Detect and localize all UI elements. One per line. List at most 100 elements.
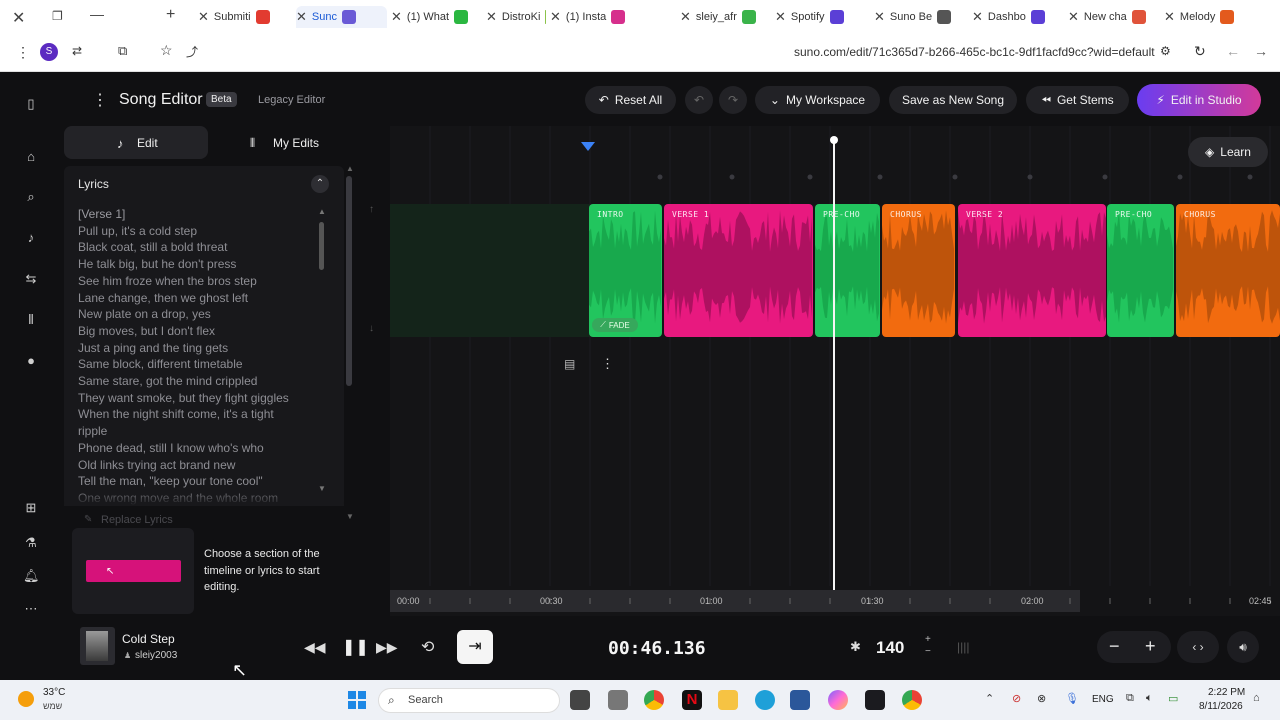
file-explorer-icon[interactable] — [718, 690, 738, 710]
track-down-icon[interactable]: ↓ — [369, 323, 374, 334]
undo-button[interactable]: ↶ — [685, 86, 713, 114]
lyrics-line[interactable]: Lane change, then we ghost left — [78, 291, 248, 305]
bpm-up-icon[interactable]: + — [925, 634, 931, 645]
redo-button[interactable]: ↷ — [719, 86, 747, 114]
filmstrip-icon[interactable]: ▤ — [564, 357, 575, 371]
tray-app-icon[interactable]: ⊘ — [1012, 692, 1021, 705]
network-icon[interactable]: ⊗ — [1037, 692, 1046, 705]
loop-icon[interactable]: ⟲ — [421, 637, 434, 657]
browser-tab[interactable]: ✕ DistroKi — [486, 6, 546, 28]
metronome-icon[interactable]: ✱ — [850, 639, 861, 655]
lyrics-line[interactable]: Same block, different timetable — [78, 357, 243, 371]
extensions-icon[interactable]: ⧉ — [118, 43, 127, 59]
lyrics-line[interactable]: Black coat, still a bold threat — [78, 240, 227, 254]
panel-scroll-up-icon[interactable]: ▲ — [346, 164, 354, 173]
copilot-icon[interactable] — [828, 690, 848, 710]
lyrics-line[interactable]: When the night shift come, it's a tight — [78, 407, 274, 421]
forward-icon[interactable]: → — [1254, 43, 1268, 59]
volume-button[interactable]: 🔊︎ — [1227, 631, 1259, 663]
tab-edit[interactable] — [64, 126, 208, 159]
close-tab-icon[interactable]: ✕ — [1068, 9, 1079, 25]
lyrics-line[interactable]: They want smoke, but they fight giggles — [78, 391, 289, 405]
close-tab-icon[interactable]: ✕ — [550, 9, 561, 25]
bpm-value[interactable]: 140 — [876, 638, 904, 658]
bpm-down-icon[interactable]: − — [925, 646, 931, 657]
sidebar-toggle-icon[interactable]: ▯ — [23, 96, 39, 112]
labs-icon[interactable]: ⚗ — [23, 535, 39, 551]
lyrics-line[interactable]: See him froze when the bros step — [78, 274, 257, 288]
lyrics-line[interactable]: Old links trying act brand new — [78, 458, 235, 472]
browser-tab[interactable]: ✕ Submiti — [198, 6, 290, 28]
track-up-icon[interactable]: ↑ — [369, 204, 374, 215]
lyrics-scrollbar-thumb[interactable] — [319, 222, 324, 270]
studio-app-icon[interactable] — [865, 690, 885, 710]
close-tab-icon[interactable]: ✕ — [391, 9, 402, 25]
tray-expand-icon[interactable]: ⌃ — [985, 692, 994, 705]
panel-scrollbar-thumb[interactable] — [346, 176, 352, 386]
lyrics-scroll-down-icon[interactable]: ▼ — [318, 484, 326, 493]
weather-temp[interactable]: 33°C — [43, 687, 65, 698]
close-tab-icon[interactable]: ✕ — [775, 9, 786, 25]
lyrics-scroll-up-icon[interactable]: ▲ — [318, 207, 326, 216]
get-stems-button[interactable]: ⏪︎ Get Stems — [1026, 86, 1129, 114]
zoom-out-icon[interactable]: − — [1109, 636, 1120, 657]
song-title[interactable]: Cold Step — [122, 632, 175, 646]
bookmark-star-icon[interactable]: ☆ — [160, 42, 173, 59]
search-icon[interactable]: ⌕ — [23, 189, 39, 205]
replace-lyrics-button[interactable]: Replace Lyrics — [101, 514, 173, 526]
workspace-dropdown[interactable]: ⌄ My Workspace — [755, 86, 880, 114]
start-marker-icon[interactable] — [581, 142, 595, 152]
profile-avatar[interactable]: S — [40, 43, 58, 61]
timeline-section[interactable]: PRE-CHO — [1107, 204, 1174, 337]
weather-sun-icon[interactable] — [18, 691, 34, 707]
more-icon[interactable]: ⋯ — [23, 601, 39, 617]
lyrics-line[interactable]: He talk big, but he don't press — [78, 257, 236, 271]
artist-name[interactable]: sleiy2003 — [135, 650, 177, 661]
reload-icon[interactable]: ↻ — [1194, 43, 1206, 60]
lyrics-line[interactable]: Phone dead, still I know who's who — [78, 441, 264, 455]
home-icon[interactable]: ⌂ — [23, 149, 39, 165]
lyrics-line[interactable]: Same stare, got the mind crippled — [78, 374, 257, 388]
windows-start-icon[interactable] — [347, 690, 367, 710]
taskbar-search-box[interactable] — [378, 688, 560, 713]
back-icon[interactable]: ← — [1226, 43, 1240, 59]
lyrics-line[interactable]: Just a ping and the ting gets — [78, 341, 228, 355]
language-indicator[interactable]: ENG — [1092, 694, 1114, 705]
lyrics-line[interactable]: New plate on a drop, yes — [78, 307, 211, 321]
widgets-icon[interactable] — [608, 690, 628, 710]
browser-tab[interactable]: ✕ Suno Be — [874, 6, 966, 28]
learn-button[interactable]: ◈ Learn — [1188, 137, 1268, 167]
timeline-section[interactable]: VERSE 2 — [958, 204, 1106, 337]
fade-badge[interactable]: ⟋ FADE — [592, 318, 638, 332]
timeline-section[interactable]: CHORUS — [1176, 204, 1280, 337]
track-menu-icon[interactable]: ⋮ — [601, 356, 614, 372]
display-icon[interactable]: ⧉ — [1126, 692, 1134, 705]
close-tab-icon[interactable]: ✕ — [486, 9, 497, 25]
browser-tab[interactable]: ✕ New cha — [1068, 6, 1160, 28]
timeline-section[interactable]: VERSE 1 — [664, 204, 813, 337]
weather-desc[interactable]: שמש — [43, 701, 62, 711]
browser-tab[interactable]: ✕ sleiy_afr — [680, 6, 771, 28]
song-cover-art[interactable] — [80, 627, 115, 665]
playhead-handle[interactable] — [830, 136, 838, 144]
save-as-new-song-button[interactable]: Save as New Song — [889, 86, 1017, 114]
snap-toggle-button[interactable]: ⇥ — [457, 630, 493, 664]
library-icon[interactable]: ⫴ — [23, 312, 39, 328]
translate-icon[interactable]: ⇄ — [72, 44, 82, 58]
zoom-in-icon[interactable]: + — [1145, 636, 1156, 657]
chrome-active-icon[interactable] — [902, 690, 922, 710]
playhead-line[interactable] — [833, 140, 835, 592]
browser-tab[interactable]: ✕ (1) Insta — [550, 6, 642, 28]
studio-icon[interactable]: ⇆ — [23, 271, 39, 287]
lyrics-line[interactable]: ripple — [78, 424, 107, 438]
tap-tempo-icon[interactable]: |||| — [957, 640, 969, 654]
lyrics-line[interactable]: Tell the man, "keep your tone cool" — [78, 474, 263, 488]
browser-tab[interactable]: ✕ Spotify — [775, 6, 867, 28]
clock-date[interactable]: 8/11/2026 — [1199, 701, 1243, 712]
close-tab-icon[interactable]: ✕ — [1164, 9, 1175, 25]
close-tab-icon[interactable]: ✕ — [680, 9, 691, 25]
chrome-icon[interactable] — [644, 690, 664, 710]
edge-icon[interactable] — [755, 690, 775, 710]
panel-scroll-down-icon[interactable]: ▼ — [346, 512, 354, 521]
rewind-icon[interactable]: ◀◀ — [304, 639, 326, 656]
